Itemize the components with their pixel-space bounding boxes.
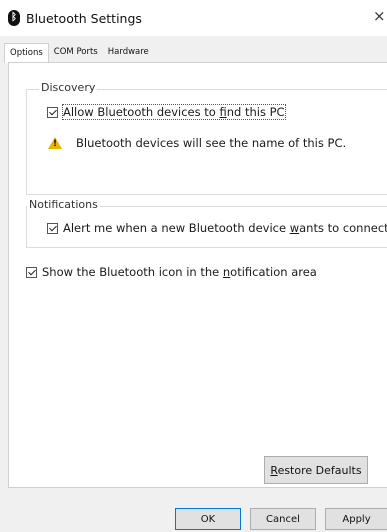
checkbox-box[interactable] [47,222,58,234]
tab-options[interactable]: Options [4,43,49,63]
warning-icon: ! [48,137,62,149]
checkbox-box[interactable] [47,106,58,118]
discovery-group: Discovery Allow Bluetooth devices to fin… [26,81,387,195]
allow-discovery-label: Allow Bluetooth devices to find this PC [62,104,286,120]
bluetooth-icon: ᛒ [8,10,20,26]
tab-hardware[interactable]: Hardware [103,43,154,62]
restore-defaults-button[interactable]: Restore Defaults [264,456,368,484]
discovery-warning: ! Bluetooth devices will see the name of… [48,136,346,150]
ok-button[interactable]: OK [175,508,241,530]
discovery-label: Discovery [39,81,98,94]
window-title: Bluetooth Settings [26,10,142,26]
notifications-group: Notifications Alert me when a new Blueto… [26,198,387,248]
title-bar: ᛒ Bluetooth Settings × [0,0,387,36]
cancel-button[interactable]: Cancel [250,508,316,530]
alert-new-device-checkbox[interactable]: Alert me when a new Bluetooth device wan… [47,221,387,235]
show-bluetooth-icon-label: Show the Bluetooth icon in the notificat… [42,265,317,279]
restore-defaults-label: Restore Defaults [270,463,362,477]
show-bluetooth-icon-checkbox[interactable]: Show the Bluetooth icon in the notificat… [26,265,317,279]
allow-discovery-checkbox[interactable]: Allow Bluetooth devices to find this PC [47,104,286,120]
close-icon[interactable]: × [373,6,387,26]
tab-com-ports[interactable]: COM Ports [49,43,103,62]
checkbox-box[interactable] [26,266,37,278]
apply-button[interactable]: Apply [325,508,387,530]
tab-strip: Options COM Ports Hardware [0,40,387,63]
notifications-label: Notifications [27,198,100,211]
alert-new-device-label: Alert me when a new Bluetooth device wan… [63,221,387,235]
warning-text: Bluetooth devices will see the name of t… [76,136,347,150]
